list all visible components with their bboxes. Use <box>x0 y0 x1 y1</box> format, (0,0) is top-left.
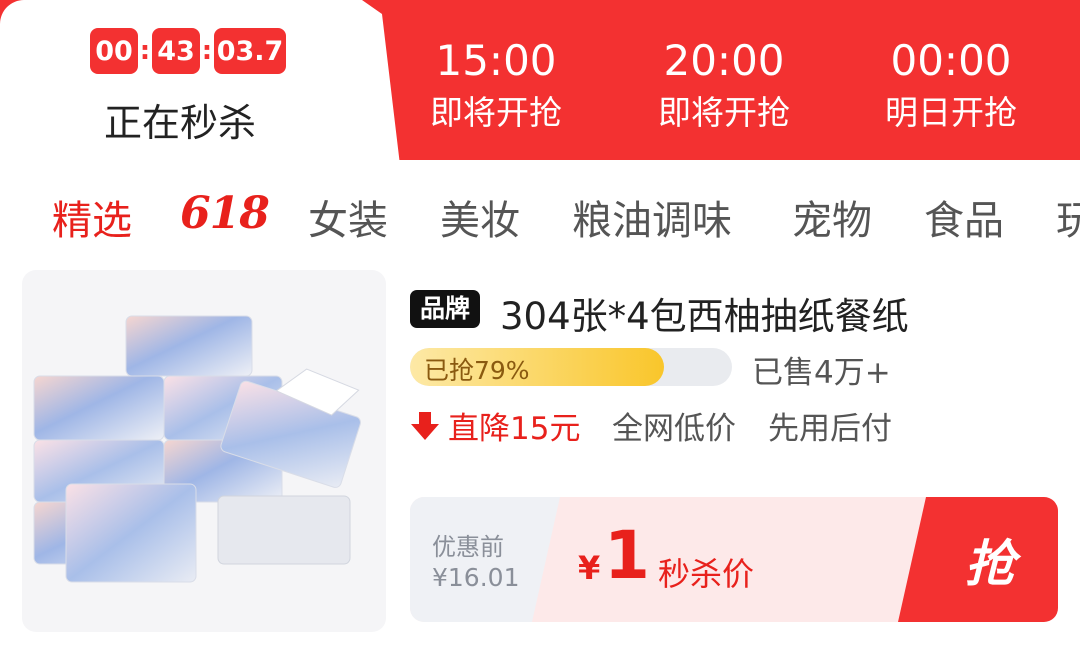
tab-pets[interactable]: 宠物 <box>792 188 872 246</box>
original-price-area: 优惠前 ¥16.01 <box>410 497 560 622</box>
sold-count: 已售4万+ <box>752 355 891 391</box>
active-slot-label: 正在秒杀 <box>104 101 257 145</box>
slot-status-label: 即将开抢 <box>430 93 562 132</box>
original-price: ¥16.01 <box>432 563 520 592</box>
price-bar: 优惠前 ¥16.01 ¥ 1 秒杀价 抢 <box>410 497 1058 622</box>
countdown-seconds: 03.7 <box>214 28 286 74</box>
countdown-separator: : <box>139 36 151 66</box>
progress-text: 已抢79% <box>424 356 530 385</box>
countdown-timer: 00 : 43 : 03.7 <box>90 28 286 74</box>
tab-featured[interactable]: 精选 <box>52 188 132 246</box>
grab-button[interactable]: 抢 <box>898 497 1058 622</box>
tissue-pack-icon <box>33 315 361 583</box>
arrow-down-icon <box>411 412 439 440</box>
slot-status-label: 明日开抢 <box>885 93 1017 132</box>
brand-badge: 品牌 <box>410 290 481 328</box>
flash-price-label: 秒杀价 <box>658 555 755 593</box>
tab-food[interactable]: 食品 <box>924 188 1004 246</box>
countdown-separator: : <box>201 36 213 66</box>
time-slot-2000[interactable]: 20:00 即将开抢 <box>624 36 824 136</box>
tab-toys-partial[interactable]: 玩 <box>1056 188 1080 246</box>
time-slot-0000[interactable]: 00:00 明日开抢 <box>851 36 1051 136</box>
sales-progress-bar: 已抢79% <box>410 348 732 386</box>
tab-grain-oil-seasoning[interactable]: 粮油调味 <box>572 188 732 246</box>
slot-time: 20:00 <box>663 36 785 85</box>
grab-button-label: 抢 <box>965 533 1015 593</box>
product-image[interactable] <box>22 270 386 632</box>
tab-beauty[interactable]: 美妆 <box>440 188 520 246</box>
tab-618[interactable]: 618 <box>180 188 270 239</box>
tag-buy-now-pay-later: 先用后付 <box>768 411 892 447</box>
product-title[interactable]: 304张*4包西柚抽纸餐纸 <box>500 286 909 340</box>
flash-price: 1 <box>604 517 650 594</box>
original-price-label: 优惠前 <box>432 533 504 561</box>
countdown-minutes: 43 <box>152 28 200 74</box>
slot-time: 00:00 <box>890 36 1012 85</box>
slot-time: 15:00 <box>435 36 557 85</box>
price-drop-label: 直降15元 <box>448 411 581 447</box>
slot-status-label: 即将开抢 <box>658 93 790 132</box>
countdown-hours: 00 <box>90 28 138 74</box>
currency-symbol: ¥ <box>578 549 601 587</box>
tag-lowest-price: 全网低价 <box>612 411 736 447</box>
tab-womens-clothing[interactable]: 女装 <box>308 188 388 246</box>
category-tabs: 精选 618 女装 美妆 粮油调味 宠物 食品 玩 <box>0 160 1080 262</box>
time-slot-1500[interactable]: 15:00 即将开抢 <box>396 36 596 136</box>
